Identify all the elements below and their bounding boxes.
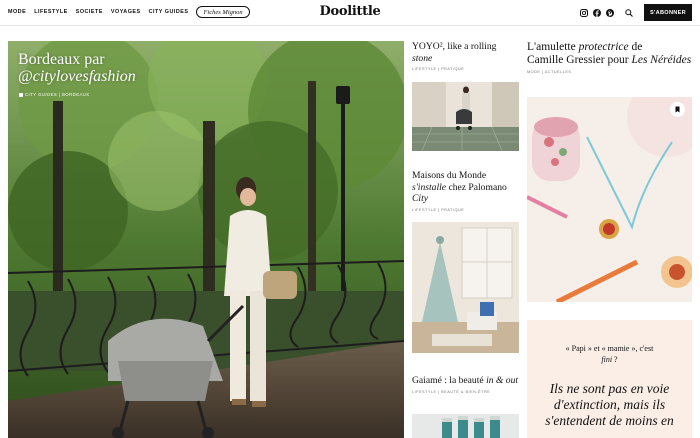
article-gaiame-title[interactable]: Gaiamé : la beauté in & out xyxy=(412,375,519,387)
hero-title-line2: @citylovesfashion xyxy=(18,68,136,85)
article-yoyo-title[interactable]: YOYO², like a rolling stone xyxy=(412,41,519,64)
article-gaiame-category[interactable]: LIFESTYLE | BEAUTÉ & BIEN-ÊTRE xyxy=(412,390,519,394)
nav-item-city-guides[interactable]: CITY GUIDES xyxy=(149,6,189,18)
subscribe-button[interactable]: S'ABONNER xyxy=(644,4,692,21)
feature-image[interactable] xyxy=(527,97,692,302)
bookmark-icon[interactable] xyxy=(670,102,685,117)
hero-article[interactable]: Bordeaux par @citylovesfashion CITY GUID… xyxy=(8,41,404,438)
fiches-mignon-button[interactable]: Fiches Mignon xyxy=(196,6,250,18)
pinterest-icon[interactable] xyxy=(605,8,615,18)
article-gaiame-image[interactable] xyxy=(412,414,519,438)
hero-title[interactable]: Bordeaux par @citylovesfashion xyxy=(18,51,136,85)
article-mdm-image[interactable] xyxy=(412,222,519,353)
article-yoyo-image[interactable] xyxy=(412,82,519,151)
nav-item-mode[interactable]: MODE xyxy=(8,6,26,18)
hero-photo xyxy=(8,41,404,438)
search-icon[interactable] xyxy=(624,8,634,18)
nav-item-lifestyle[interactable]: LIFESTYLE xyxy=(34,6,68,18)
site-header: MODE LIFESTYLE SOCIETE VOYAGES CITY GUID… xyxy=(0,0,700,26)
category-marker-icon xyxy=(19,92,23,97)
article-mdm-category[interactable]: LIFESTYLE | PRATIQUE xyxy=(412,208,519,212)
feature-category[interactable]: MODE | ACTUELLES xyxy=(527,70,692,74)
main-nav: MODE LIFESTYLE SOCIETE VOYAGES CITY GUID… xyxy=(8,6,250,18)
article-mdm-title[interactable]: Maisons du Monde s'installe chez Paloman… xyxy=(412,170,519,205)
site-logo[interactable]: Doolittle xyxy=(319,4,380,19)
nav-item-societe[interactable]: SOCIETE xyxy=(76,6,103,18)
hero-category-label: CITY GUIDES | BORDEAUX xyxy=(25,92,90,97)
quote-text: Ils ne sont pas en voie d'extinction, ma… xyxy=(545,381,674,428)
article-yoyo-category[interactable]: LIFESTYLE | PRATIQUE xyxy=(412,67,519,71)
feature-title[interactable]: L'amulette protectrice de Camille Gressi… xyxy=(527,41,692,67)
quote-article[interactable]: « Papi » et « mamie », c'est fini ? Ils … xyxy=(527,320,692,438)
instagram-icon[interactable] xyxy=(579,8,589,18)
nav-item-voyages[interactable]: VOYAGES xyxy=(111,6,141,18)
quote-kicker: « Papi » et « mamie », c'est fini ? xyxy=(565,344,654,364)
hero-category[interactable]: CITY GUIDES | BORDEAUX xyxy=(19,92,90,97)
facebook-icon[interactable] xyxy=(592,8,602,18)
hero-title-line1: Bordeaux par xyxy=(18,51,105,68)
header-tools: S'ABONNER xyxy=(576,4,692,21)
